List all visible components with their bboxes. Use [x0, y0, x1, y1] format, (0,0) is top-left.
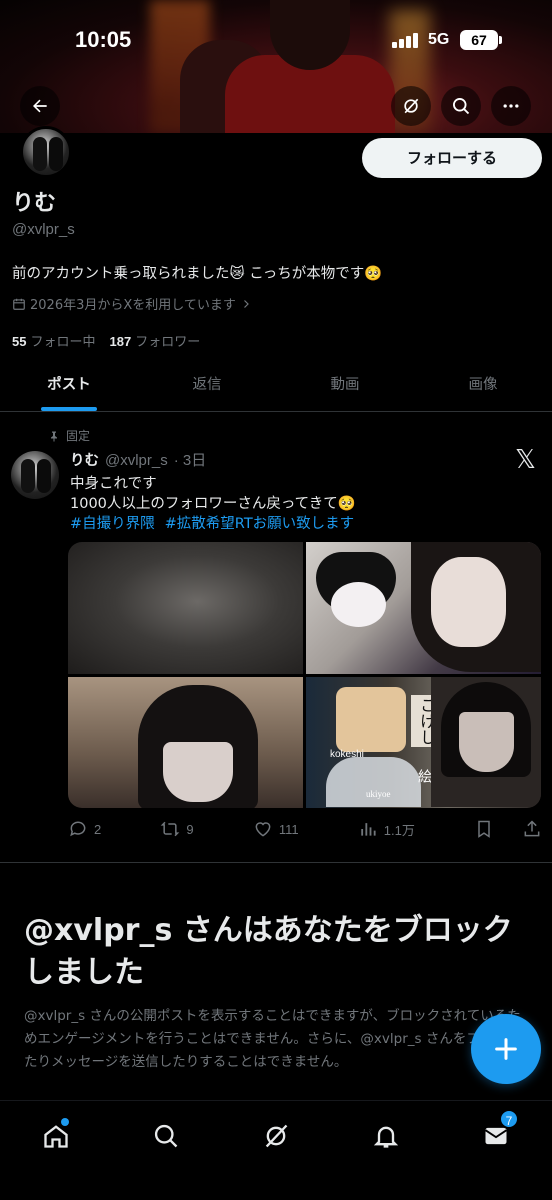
notification-dot [61, 1118, 69, 1126]
more-horizontal-icon [503, 104, 519, 108]
following-count: 55 [12, 334, 27, 349]
divider [0, 862, 552, 863]
repost-icon [161, 821, 180, 837]
pinned-indicator: 固定 [48, 427, 90, 444]
post-media-grid: こけし 浮世絵 kokeshi ukiyoe [68, 542, 541, 808]
search-icon [453, 98, 470, 115]
profile-handle: @xvlpr_s [12, 221, 75, 238]
messages-badge: 7 [499, 1109, 519, 1129]
profile-name: りむ [12, 191, 57, 216]
post-time: · 3日 [173, 452, 207, 469]
calendar-icon [13, 298, 25, 310]
follow-button[interactable]: フォローする [362, 138, 542, 178]
share-icon[interactable] [522, 819, 542, 839]
nav-home[interactable] [31, 1111, 81, 1161]
profile-stats: 55 フォロー中 187 フォロワー [12, 331, 200, 350]
blocked-title-handle: @xvlpr_s [24, 913, 173, 948]
tab-posts[interactable]: ポスト [0, 362, 138, 411]
nav-search[interactable] [141, 1111, 191, 1161]
reply-button[interactable]: 2 [68, 819, 101, 839]
post-text-line: 中身これです [70, 476, 157, 492]
bottom-navigation: 7 [0, 1100, 552, 1200]
image-text: ukiyoe [366, 788, 391, 799]
search-icon [154, 1124, 178, 1148]
home-icon [44, 1125, 68, 1148]
post-image[interactable] [68, 676, 303, 808]
views-button[interactable]: 1.1万 [358, 819, 415, 839]
nav-grok[interactable] [251, 1111, 301, 1161]
joined-text: 2026年3月からXを利用しています [30, 298, 236, 313]
post-extra-actions [474, 819, 542, 839]
view-count: 1.1万 [383, 822, 415, 838]
followers-count: 187 [109, 334, 132, 349]
blocked-title: @xvlpr_s さんはあなたをブロックしました [24, 910, 534, 994]
like-button[interactable]: 111 [253, 819, 299, 839]
following-link[interactable]: 55 フォロー中 [12, 331, 95, 350]
tab-images[interactable]: 画像 [414, 362, 552, 411]
like-count: 111 [278, 821, 299, 837]
back-button[interactable] [20, 86, 60, 126]
post-text-line: 1000人以上のフォロワーさん戻ってきて🥺 [70, 496, 356, 512]
followers-link[interactable]: 187 フォロワー [109, 331, 200, 350]
status-time: 10:05 [75, 27, 132, 52]
signal-icon [392, 32, 418, 48]
pinned-label: 固定 [66, 429, 91, 443]
arrow-left-icon [33, 99, 47, 113]
image-text: kokeshi [330, 748, 364, 760]
post-image[interactable] [68, 542, 303, 674]
x-logo-icon: 𝕏 [515, 445, 536, 475]
profile-bio: 前のアカウント乗っ取られました😿 こっちが本物です🥺 [12, 266, 383, 282]
post-actions: 2 9 111 1.1万 [68, 816, 542, 842]
hashtag-link[interactable]: #拡散希望RTお願い致します [165, 512, 355, 533]
blocked-description: @xvlpr_s さんの公開ポストを表示することはできますが、ブロックされている… [24, 1008, 534, 1070]
bookmark-icon[interactable] [474, 819, 494, 839]
post-header: りむ @xvlpr_s · 3日 [70, 449, 206, 470]
network-type: 5G [428, 31, 450, 48]
hashtag-link[interactable]: #自撮り界隈 [70, 512, 155, 533]
reply-count: 2 [94, 821, 102, 837]
tab-videos[interactable]: 動画 [276, 362, 414, 411]
analytics-icon [361, 823, 376, 836]
grok-icon [404, 98, 419, 114]
grok-button[interactable] [391, 86, 431, 126]
following-label: フォロー中 [30, 335, 96, 350]
nav-notifications[interactable] [361, 1111, 411, 1161]
battery-icon: 67 [460, 30, 502, 50]
search-button[interactable] [441, 86, 481, 126]
post-avatar[interactable] [11, 451, 59, 499]
bell-icon [373, 1126, 399, 1148]
reply-icon [70, 821, 86, 837]
post-image[interactable]: こけし 浮世絵 kokeshi ukiyoe [306, 676, 541, 808]
joined-date[interactable]: 2026年3月からXを利用しています [12, 294, 252, 313]
post-image[interactable] [306, 542, 541, 674]
post-author-name[interactable]: りむ [70, 449, 99, 470]
nav-messages[interactable]: 7 [471, 1109, 521, 1161]
plus-icon [495, 1038, 517, 1060]
profile-tabs: ポスト 返信 動画 画像 [0, 362, 552, 412]
repost-count: 9 [186, 821, 194, 837]
pin-icon [51, 431, 57, 441]
repost-button[interactable]: 9 [160, 819, 194, 839]
heart-icon [255, 822, 271, 837]
status-bar: 10:05 5G 67 [0, 22, 552, 62]
tab-replies[interactable]: 返信 [138, 362, 276, 411]
chevron-right-icon [243, 299, 249, 308]
followers-label: フォロワー [135, 335, 201, 350]
post-hashtags: #自撮り界隈 #拡散希望RTお願い致します [70, 512, 354, 533]
compose-button[interactable] [471, 1014, 541, 1084]
post-author-handle[interactable]: @xvlpr_s [105, 452, 168, 469]
profile-avatar[interactable] [20, 126, 72, 178]
more-button[interactable] [491, 86, 531, 126]
grok-icon [265, 1124, 288, 1148]
